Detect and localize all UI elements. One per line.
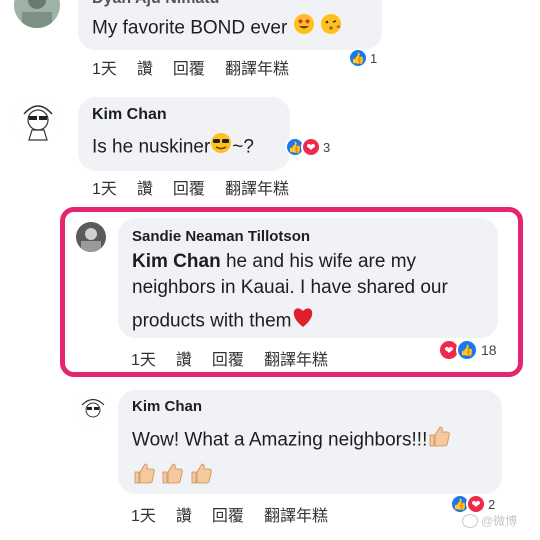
comment-actions: 1天 讚 回覆 翻譯年糕 xyxy=(131,502,348,526)
translate-action[interactable]: 翻譯年糕 xyxy=(225,181,289,198)
watermark-text: @微博 xyxy=(481,514,518,528)
translate-action[interactable]: 翻譯年糕 xyxy=(264,352,328,369)
watermark: @微博 xyxy=(462,512,517,529)
emoji-row xyxy=(132,462,213,489)
comment-text-start: Is he nuskiner xyxy=(92,136,211,158)
thumbs-up-emoji-icon xyxy=(427,425,451,456)
reaction-count: 18 xyxy=(481,342,497,358)
kiss-emoji-icon xyxy=(320,13,342,44)
thumbs-up-emoji-icon xyxy=(160,462,184,489)
reply-action[interactable]: 回覆 xyxy=(212,352,244,369)
like-reaction-icon: 👍 xyxy=(456,339,478,361)
reaction-summary[interactable]: 👍 ❤ 3 xyxy=(285,137,330,157)
reaction-count: 3 xyxy=(323,139,331,155)
comment-text-line1: he and his wife are my xyxy=(220,251,417,272)
love-reaction-icon: ❤ xyxy=(301,137,321,157)
reply-action[interactable]: 回覆 xyxy=(173,61,205,78)
translate-action[interactable]: 翻譯年糕 xyxy=(225,61,289,78)
avatar[interactable] xyxy=(76,222,106,252)
timestamp[interactable]: 1天 xyxy=(92,61,117,78)
commenter-name[interactable]: Kim Chan xyxy=(92,106,167,124)
translate-action[interactable]: 翻譯年糕 xyxy=(264,508,328,525)
avatar[interactable] xyxy=(76,393,110,427)
like-action[interactable]: 讚 xyxy=(137,181,153,198)
weibo-logo-icon xyxy=(462,513,478,528)
timestamp[interactable]: 1天 xyxy=(92,181,117,198)
commenter-name[interactable]: Dyan Aju Nimatu xyxy=(92,0,219,8)
reply-action[interactable]: 回覆 xyxy=(212,508,244,525)
comment-text-content: Wow! What a Amazing neighbors!!! xyxy=(132,429,428,451)
love-reaction-icon: ❤ xyxy=(466,494,486,514)
comment-text-end: ~? xyxy=(232,136,254,158)
comment-text: My favorite BOND ever xyxy=(92,13,342,44)
avatar[interactable] xyxy=(14,96,62,144)
like-action[interactable]: 讚 xyxy=(176,352,192,369)
comment-text-content: My favorite BOND ever xyxy=(92,17,288,39)
comment-actions: 1天 讚 回覆 翻譯年糕 xyxy=(131,346,348,370)
timestamp[interactable]: 1天 xyxy=(131,352,156,369)
thumbs-up-emoji-icon xyxy=(189,462,213,489)
commenter-name[interactable]: Sandie Neaman Tillotson xyxy=(132,228,310,245)
heart-eyes-emoji-icon xyxy=(293,13,315,44)
comment-text: Wow! What a Amazing neighbors!!! xyxy=(132,425,451,456)
reaction-count: 2 xyxy=(488,496,496,512)
thumbs-up-emoji-icon xyxy=(132,462,156,489)
mention-link[interactable]: Kim Chan xyxy=(132,251,221,272)
like-action[interactable]: 讚 xyxy=(176,508,192,525)
reply-action[interactable]: 回覆 xyxy=(173,181,205,198)
sunglasses-emoji-icon xyxy=(210,132,232,163)
red-heart-emoji-icon xyxy=(291,306,315,337)
comment-text-line3: products with them xyxy=(132,310,292,332)
comment-actions: 1天 讚 回覆 翻譯年糕 xyxy=(92,175,309,199)
reaction-count: 1 xyxy=(370,50,378,66)
timestamp[interactable]: 1天 xyxy=(131,508,156,525)
like-reaction-icon: 👍 xyxy=(348,48,368,68)
reaction-summary[interactable]: 👍 ❤ 2 xyxy=(450,494,495,514)
like-action[interactable]: 讚 xyxy=(137,61,153,78)
reaction-summary[interactable]: 👍 1 xyxy=(348,48,377,68)
comment-text: Is he nuskiner ~? xyxy=(92,132,254,163)
reaction-summary[interactable]: ❤ 👍 18 xyxy=(438,339,497,361)
comment-text-line2: neighbors in Kauai. I have shared our xyxy=(132,277,448,298)
commenter-name[interactable]: Kim Chan xyxy=(132,398,202,415)
avatar[interactable] xyxy=(14,0,60,28)
comment-text: products with them xyxy=(132,306,315,337)
comment-actions: 1天 讚 回覆 翻譯年糕 xyxy=(92,55,309,79)
comment-text: Kim Chan he and his wife are my xyxy=(132,248,416,276)
